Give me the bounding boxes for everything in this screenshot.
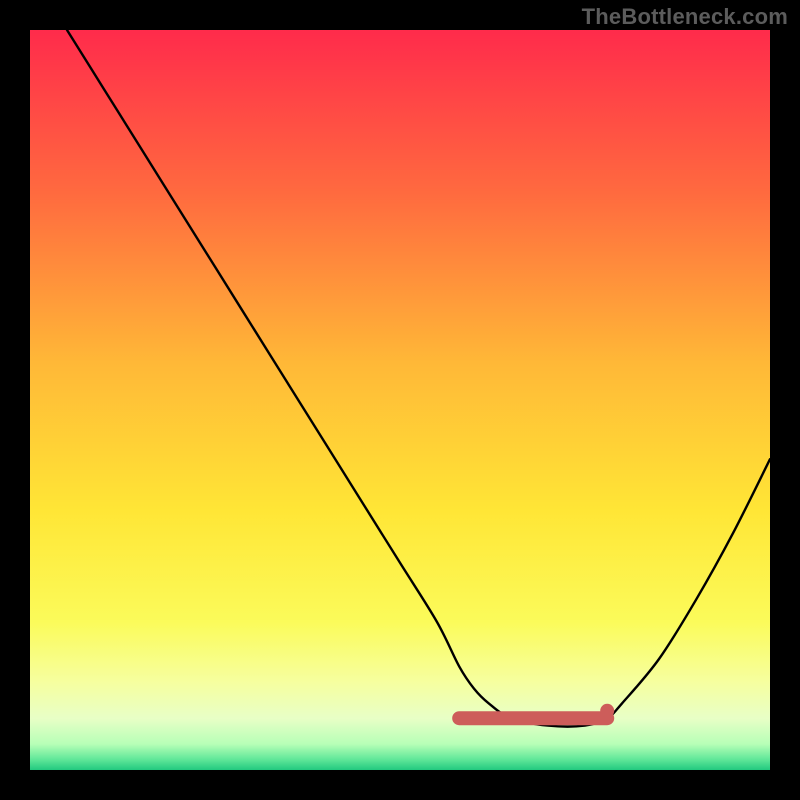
plot-area xyxy=(30,30,770,770)
bottleneck-curve xyxy=(67,30,770,727)
curve-marker-dot xyxy=(600,704,614,718)
curve-layer xyxy=(30,30,770,770)
chart-frame: TheBottleneck.com xyxy=(0,0,800,800)
watermark-text: TheBottleneck.com xyxy=(582,4,788,30)
